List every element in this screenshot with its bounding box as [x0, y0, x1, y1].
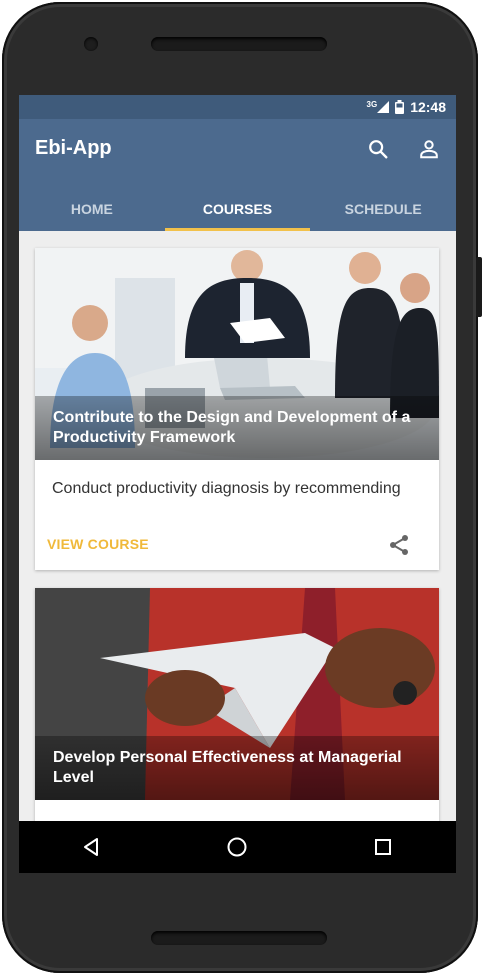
battery-icon — [395, 100, 405, 114]
tab-home[interactable]: HOME — [19, 187, 165, 231]
search-button[interactable] — [364, 135, 392, 163]
status-time: 12:48 — [410, 99, 446, 115]
account-icon — [420, 140, 438, 159]
system-nav-bar — [19, 821, 456, 873]
home-button[interactable] — [217, 827, 257, 867]
app-title: Ebi-App — [35, 137, 112, 159]
view-course-button[interactable]: VIEW COURSE — [47, 536, 149, 552]
network-type: 3G — [366, 99, 378, 109]
course-title: Develop Personal Effectiveness at Manage… — [35, 736, 439, 800]
share-icon — [390, 535, 408, 555]
share-button[interactable] — [387, 533, 413, 559]
back-button[interactable] — [72, 827, 112, 867]
front-camera — [84, 37, 98, 51]
screen: 3G 12:48 Ebi-App HOME COURSES SCHEDULE C… — [19, 95, 456, 873]
search-icon — [369, 140, 388, 159]
recents-icon — [375, 839, 392, 855]
card-actions: VIEW COURSE — [35, 526, 439, 566]
course-list[interactable]: Contribute to the Design and Development… — [19, 231, 456, 821]
app-bar: Ebi-App HOME COURSES SCHEDULE — [19, 119, 456, 231]
top-speaker — [151, 37, 327, 51]
tab-bar: HOME COURSES SCHEDULE — [19, 187, 456, 231]
course-title: Contribute to the Design and Development… — [35, 396, 439, 460]
tab-courses[interactable]: COURSES — [164, 187, 311, 231]
recents-button[interactable] — [363, 827, 403, 867]
status-bar: 3G 12:48 — [19, 95, 456, 119]
bottom-speaker — [151, 931, 327, 945]
power-button — [476, 257, 482, 317]
tab-schedule[interactable]: SCHEDULE — [310, 187, 456, 231]
signal-icon — [377, 101, 390, 113]
account-button[interactable] — [415, 135, 443, 163]
course-card[interactable]: Contribute to the Design and Development… — [35, 248, 439, 570]
home-icon — [227, 837, 247, 857]
back-icon — [83, 838, 98, 856]
course-image: Contribute to the Design and Development… — [35, 248, 439, 460]
course-description: Conduct productivity diagnosis by recomm… — [52, 480, 401, 497]
course-image: Develop Personal Effectiveness at Manage… — [35, 588, 439, 800]
course-card[interactable]: Develop Personal Effectiveness at Manage… — [35, 588, 439, 821]
